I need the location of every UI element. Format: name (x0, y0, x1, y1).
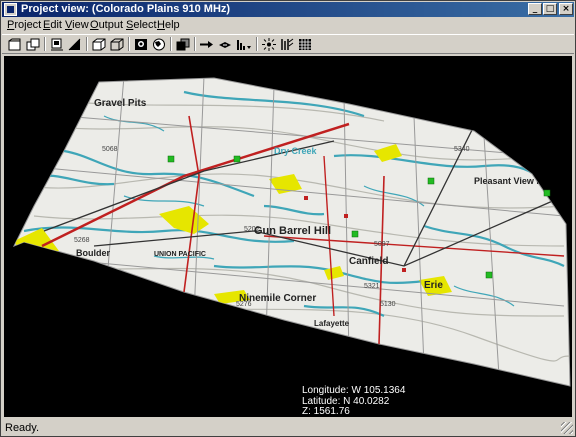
menu-help[interactable]: Help (157, 19, 180, 31)
menu-output-key: O (90, 19, 99, 31)
layers-icon[interactable] (174, 36, 191, 52)
place-label: Lafayette (314, 319, 350, 328)
toolbar-separator (86, 37, 88, 51)
menu-bar: Project Edit View Output Select Help (2, 18, 574, 33)
place-label: Dry Creek (274, 146, 318, 156)
place-label: Ninemile Corner (239, 293, 316, 304)
place-label: Pleasant View Ridge (474, 176, 561, 186)
site-marker[interactable] (233, 155, 241, 163)
menu-view-rest: iew (72, 19, 89, 31)
menu-output[interactable]: Output (90, 19, 123, 31)
menu-edit-rest: dit (50, 19, 62, 31)
menu-select-rest: elect (133, 19, 157, 31)
place-label: Gun Barrel Hill (254, 225, 331, 237)
elevation-label: 5130 (380, 301, 396, 308)
place-label: UNION PACIFIC (154, 251, 206, 258)
cube-wire-icon[interactable] (108, 36, 125, 52)
antenna-icon[interactable] (278, 36, 295, 52)
site-marker[interactable] (167, 155, 175, 163)
site-marker[interactable] (485, 271, 493, 279)
toolbar-separator (44, 37, 46, 51)
print-icon[interactable] (48, 36, 65, 52)
minimize-button[interactable]: _ (528, 3, 542, 15)
fly-icon[interactable] (216, 36, 233, 52)
menu-edit[interactable]: Edit (43, 19, 62, 31)
coordinate-readout: Longitude: W 105.1364 Latitude: N 40.028… (302, 385, 406, 417)
toolbar-separator (194, 37, 196, 51)
title-bar[interactable]: Project view: (Colorado Plains 910 MHz) … (2, 2, 574, 17)
elevation-label: 5321 (364, 283, 380, 290)
toolbar-separator (128, 37, 130, 51)
new-project-icon[interactable] (6, 36, 23, 52)
menu-select[interactable]: Select (126, 19, 157, 31)
close-button[interactable]: × (559, 3, 573, 15)
3d-map-viewport[interactable]: 5068 5202 5268 5276 5130 5097 5340 5321 … (4, 56, 572, 417)
site-marker[interactable] (351, 230, 359, 238)
app-window: Project view: (Colorado Plains 910 MHz) … (0, 0, 576, 437)
globe-icon[interactable] (150, 36, 167, 52)
menu-project-rest: roject (14, 19, 42, 31)
sun-icon[interactable] (260, 36, 277, 52)
move-arrow-icon[interactable] (198, 36, 215, 52)
place-label: Gravel Pits (94, 98, 147, 109)
status-text: Ready. (5, 422, 40, 434)
terrain-map[interactable]: 5068 5202 5268 5276 5130 5097 5340 5321 … (4, 56, 572, 417)
menu-project[interactable]: Project (7, 19, 41, 31)
resize-grip[interactable] (561, 422, 573, 434)
open-project-icon[interactable] (24, 36, 41, 52)
toolbar-separator (170, 37, 172, 51)
window-title: Project view: (Colorado Plains 910 MHz) (21, 3, 231, 15)
maximize-button[interactable]: □ (543, 3, 557, 15)
bar-chart-icon[interactable] (235, 36, 252, 52)
place-label: Canfield (349, 256, 388, 267)
menu-help-rest: elp (164, 19, 180, 31)
site-marker[interactable] (427, 177, 435, 185)
toolbar-separator (256, 37, 258, 51)
elevation-label: 5097 (374, 241, 390, 248)
elevation-label: 5068 (102, 146, 118, 153)
camera-icon[interactable] (132, 36, 149, 52)
shaded-view-icon[interactable] (66, 36, 83, 52)
place-label: Erie (424, 280, 443, 291)
site-marker[interactable] (543, 189, 551, 197)
place-label: Valmont (44, 263, 79, 273)
elevation-label: 5340 (454, 146, 470, 153)
status-bar: Ready. (2, 420, 574, 435)
grid-icon[interactable] (296, 36, 313, 52)
toolbar (2, 34, 574, 54)
elevation-label: 5310 (304, 91, 320, 98)
longitude-readout: Longitude: W 105.1364 (302, 385, 406, 396)
menu-output-rest: utput (98, 19, 124, 31)
menu-view[interactable]: View (65, 19, 89, 31)
elevation-label: 5268 (74, 237, 90, 244)
place-label: Boulder (76, 248, 110, 258)
z-readout: Z: 1561.76 (302, 406, 350, 417)
app-icon[interactable] (4, 3, 17, 16)
menu-help-key: H (157, 19, 165, 31)
cube-solid-icon[interactable] (90, 36, 107, 52)
